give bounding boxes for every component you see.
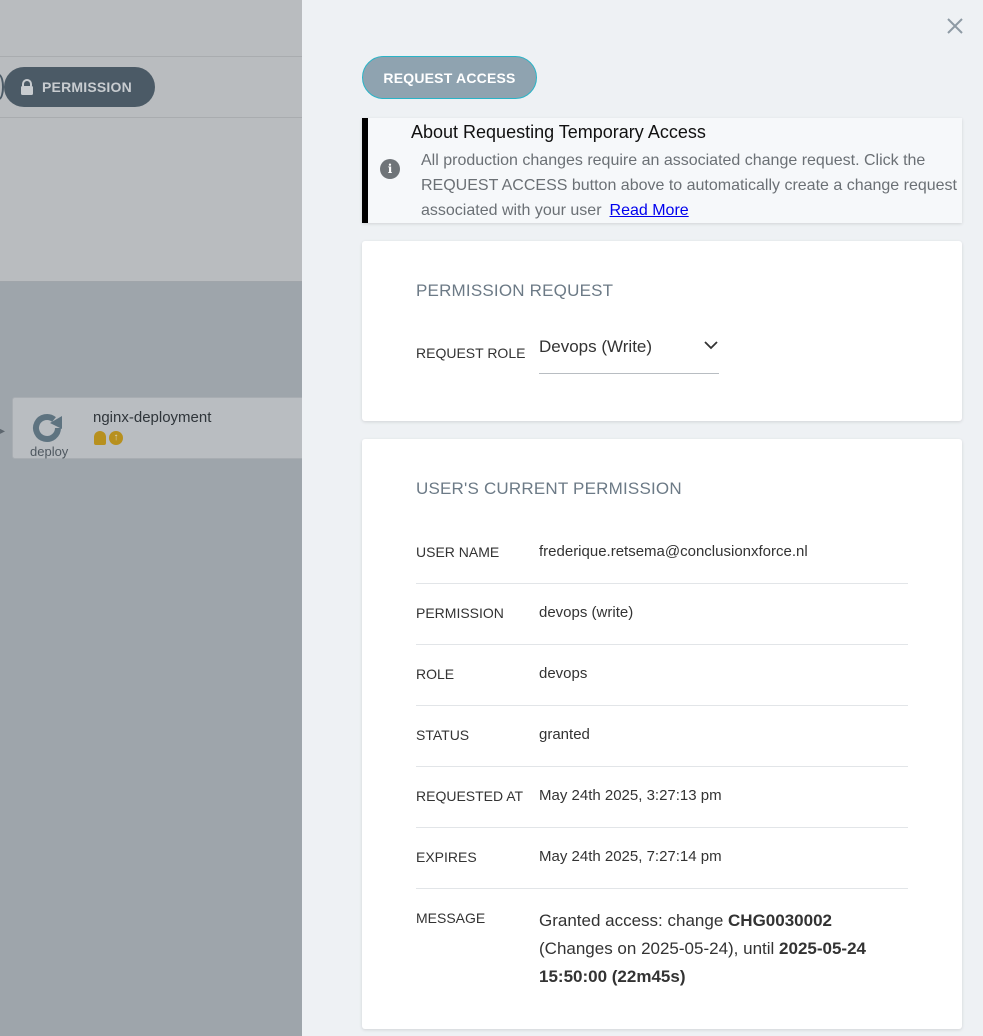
current-permission-card: USER'S CURRENT PERMISSION USER NAME fred… [362, 439, 962, 1029]
close-icon[interactable] [945, 16, 965, 36]
detail-key: EXPIRES [416, 849, 477, 865]
current-permission-title: USER'S CURRENT PERMISSION [416, 479, 682, 498]
request-role-label: REQUEST ROLE [416, 345, 526, 361]
message-prefix: Granted access: change [539, 911, 729, 930]
app-summary-area [0, 118, 302, 282]
ghost-icon [94, 431, 106, 445]
edge-arrow-icon: ▸ [0, 426, 6, 437]
request-access-button[interactable]: REQUEST ACCESS [362, 56, 537, 99]
background-app: PERMISSION ▸ deploy nginx-deployment ↑ [0, 0, 304, 1036]
message-value: Granted access: change CHG0030002 (Chang… [539, 907, 899, 991]
detail-value: devops [539, 665, 588, 682]
permission-button-label: PERMISSION [42, 79, 132, 95]
info-title: About Requesting Temporary Access [411, 122, 706, 142]
detail-value: May 24th 2025, 3:27:13 pm [539, 787, 722, 804]
resource-tree-canvas [0, 282, 302, 1036]
detail-value: May 24th 2025, 7:27:14 pm [539, 848, 722, 865]
detail-key: STATUS [416, 727, 470, 743]
change-id: CHG0030002 [728, 911, 832, 930]
info-callout: i About Requesting Temporary Access All … [362, 118, 962, 223]
chevron-down-icon [704, 341, 718, 350]
detail-value: frederique.retsema@conclusionxforce.nl [539, 543, 808, 560]
info-body: All production changes require an associ… [421, 152, 957, 219]
resource-node[interactable]: deploy nginx-deployment ↑ [12, 397, 304, 459]
permission-button[interactable]: PERMISSION [4, 67, 155, 107]
message-middle: (Changes on 2025-05-24), until [539, 939, 780, 958]
node-badges: ↑ [94, 431, 123, 445]
request-role-select[interactable]: Devops (Write) [539, 335, 719, 374]
info-text: All production changes require an associ… [421, 148, 961, 223]
detail-key: PERMISSION [416, 605, 504, 621]
request-access-drawer: REQUEST ACCESS i About Requesting Tempor… [302, 0, 983, 1036]
node-name: nginx-deployment [93, 409, 212, 426]
app-header [0, 0, 302, 57]
detail-row: STATUS granted [416, 706, 908, 767]
detail-key: ROLE [416, 666, 455, 682]
detail-row: PERMISSION devops (write) [416, 584, 908, 645]
detail-row-message: MESSAGE Granted access: change CHG003000… [416, 889, 908, 1009]
arrow-up-circle-icon: ↑ [109, 431, 123, 445]
info-icon: i [380, 159, 400, 179]
detail-row: EXPIRES May 24th 2025, 7:27:14 pm [416, 828, 908, 889]
read-more-link[interactable]: Read More [610, 202, 689, 219]
detail-value: devops (write) [539, 604, 634, 621]
detail-key: MESSAGE [416, 910, 486, 926]
node-kind: deploy [30, 444, 69, 459]
detail-key: USER NAME [416, 544, 500, 560]
lock-icon [21, 79, 33, 95]
detail-value: granted [539, 726, 590, 743]
request-role-value: Devops (Write) [539, 337, 653, 356]
permission-request-title: PERMISSION REQUEST [416, 281, 614, 300]
detail-row: REQUESTED AT May 24th 2025, 3:27:13 pm [416, 767, 908, 828]
permission-request-card: PERMISSION REQUEST REQUEST ROLE Devops (… [362, 241, 962, 421]
detail-row: ROLE devops [416, 645, 908, 706]
deploy-refresh-icon [33, 414, 62, 442]
detail-key: REQUESTED AT [416, 788, 524, 804]
permission-details: USER NAME frederique.retsema@conclusionx… [416, 523, 908, 1009]
detail-row: USER NAME frederique.retsema@conclusionx… [416, 523, 908, 584]
